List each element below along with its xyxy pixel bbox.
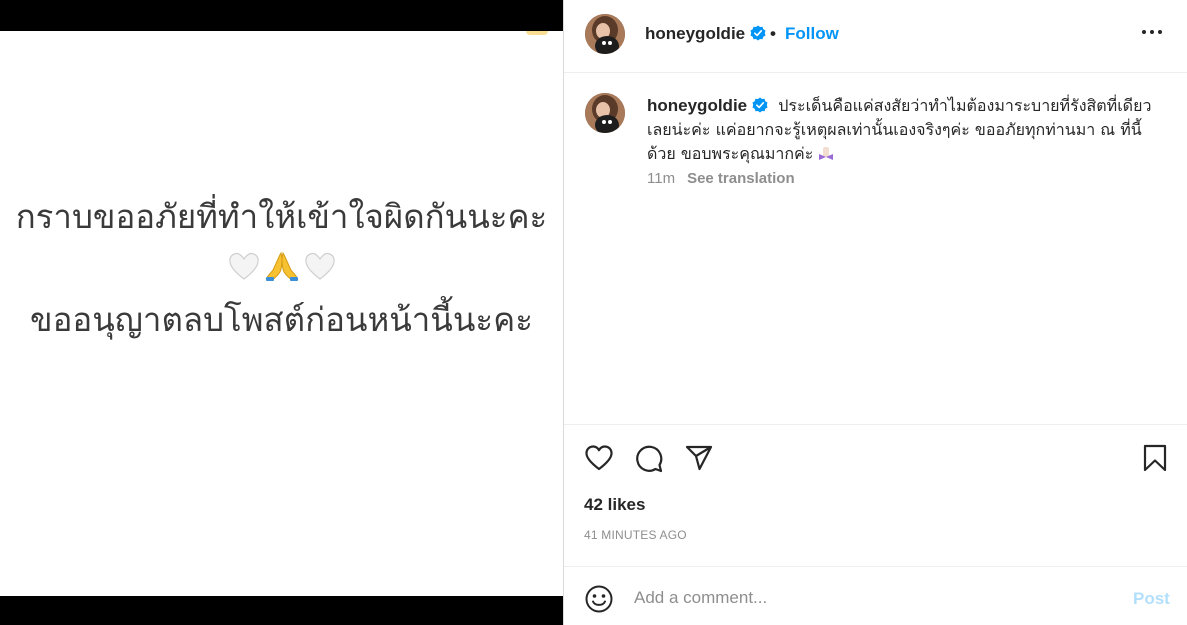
bookmark-icon[interactable] — [1142, 444, 1168, 472]
avatar[interactable] — [585, 14, 625, 54]
caption-meta: 11m See translation — [647, 170, 795, 187]
verified-badge-icon — [750, 25, 766, 41]
white-heart-icon — [228, 253, 259, 280]
more-options-icon[interactable] — [1142, 30, 1162, 34]
likes-count[interactable]: 42 likes — [584, 495, 645, 515]
see-translation-link[interactable]: See translation — [687, 170, 795, 187]
caption-body: honeygoldie ประเด็นคือแค่สงสัยว่าทำไมต้อ… — [647, 94, 1167, 166]
caption-username[interactable]: honeygoldie — [647, 96, 768, 115]
media-text-line-2: ขออนุญาตลบโพสต์ก่อนหน้านี้นะคะ — [30, 300, 533, 339]
header-separator: • — [770, 24, 776, 43]
post-actions: 42 likes 41 MINUTES AGO — [564, 425, 1187, 565]
heart-icon[interactable] — [584, 444, 614, 472]
caption-age[interactable]: 11m — [647, 170, 675, 187]
comment-input[interactable] — [634, 584, 1104, 612]
white-heart-icon — [304, 253, 335, 280]
media-emoji-row — [0, 250, 563, 282]
profile-photo-icon — [585, 14, 625, 54]
caption-section: honeygoldie ประเด็นคือแค่สงสัยว่าทำไมต้อ… — [564, 74, 1187, 424]
comment-icon[interactable] — [634, 444, 664, 474]
folded-hands-icon — [265, 251, 298, 281]
bow-emoji-icon — [819, 147, 834, 160]
media-top-sticker — [526, 31, 548, 35]
post-timestamp: 41 MINUTES AGO — [584, 528, 687, 542]
emoji-icon[interactable] — [584, 584, 614, 614]
media-letterbox-bottom — [0, 596, 563, 625]
follow-button[interactable]: Follow — [785, 24, 839, 44]
post-sidebar: honeygoldie • Follow honeygoldie ประเด็น… — [564, 0, 1187, 625]
profile-photo-icon — [585, 93, 625, 133]
post-media[interactable]: กราบขออภัยที่ทำให้เข้าใจผิดกันนะคะ ขออนุ… — [0, 0, 563, 625]
verified-badge-icon — [752, 97, 768, 113]
media-letterbox-top — [0, 0, 563, 31]
comment-form: Post — [564, 566, 1187, 625]
avatar[interactable] — [585, 93, 625, 133]
post-comment-button[interactable]: Post — [1133, 589, 1170, 609]
media-text-line-1: กราบขออภัยที่ทำให้เข้าใจผิดกันนะคะ — [15, 197, 548, 236]
header-username[interactable]: honeygoldie — [645, 24, 766, 44]
post-header: honeygoldie • Follow — [564, 0, 1187, 73]
share-icon[interactable] — [684, 444, 714, 472]
